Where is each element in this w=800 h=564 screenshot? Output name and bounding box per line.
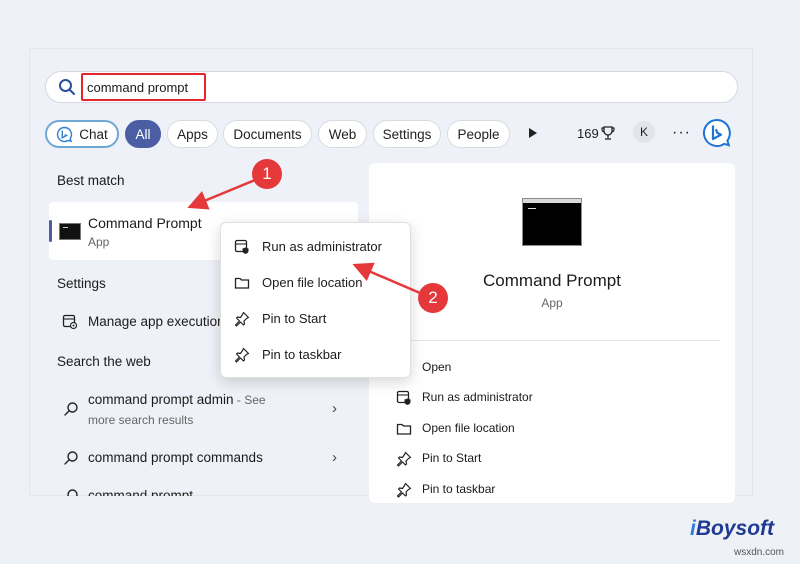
step-badge-1: 1	[252, 159, 282, 189]
rewards-points: 169	[577, 126, 599, 141]
trophy-icon[interactable]	[600, 125, 616, 141]
folder-icon	[396, 423, 412, 435]
best-match-subtitle: App	[88, 235, 110, 249]
filter-documents[interactable]: Documents	[223, 120, 312, 148]
step-badge-1-label: 1	[262, 164, 272, 183]
web-result-2-bold: commands	[196, 450, 263, 465]
more-filters-play-icon[interactable]	[529, 128, 537, 138]
menu-open-file-location[interactable]: Open file location	[262, 275, 362, 290]
command-prompt-large-icon	[522, 198, 582, 246]
menu-pin-to-taskbar[interactable]: Pin to taskbar	[262, 347, 342, 362]
filter-settings-label: Settings	[382, 126, 432, 142]
action-open[interactable]: Open	[422, 360, 451, 374]
more-options-icon[interactable]: ···	[672, 124, 691, 142]
web-result-1-suffix: - See	[233, 393, 266, 407]
web-result-1-text: command prompt admin - See	[88, 392, 266, 407]
filter-all[interactable]: All	[125, 120, 161, 148]
filter-documents-label: Documents	[233, 126, 302, 142]
web-search-icon	[64, 451, 78, 465]
web-result-1-query: command prompt admin	[88, 392, 234, 407]
user-avatar[interactable]: K	[633, 121, 655, 143]
step-badge-2: 2	[418, 283, 448, 313]
filter-apps[interactable]: Apps	[167, 120, 218, 148]
pin-icon	[396, 451, 412, 467]
settings-item-label: Manage app execution aliases	[88, 314, 220, 329]
best-match-title: Command Prompt	[88, 215, 202, 231]
filter-web-label: Web	[328, 126, 357, 142]
chevron-right-icon[interactable]: ›	[332, 400, 337, 417]
filter-all-label: All	[135, 126, 151, 142]
step-badge-2-label: 2	[428, 288, 438, 307]
action-pin-to-start[interactable]: Pin to Start	[422, 451, 481, 465]
web-search-icon	[67, 489, 78, 496]
iboysoft-logo: iBoysoft	[690, 517, 774, 541]
web-result-3-clipped: command prompt	[60, 488, 360, 496]
admin-shield-icon	[396, 390, 411, 405]
filter-web[interactable]: Web	[318, 120, 367, 148]
menu-pin-to-start[interactable]: Pin to Start	[262, 311, 326, 326]
pin-icon	[234, 311, 250, 327]
web-search-icon	[64, 402, 78, 416]
chat-chip-label: Chat	[79, 126, 108, 142]
action-run-as-admin[interactable]: Run as administrator	[422, 390, 533, 404]
menu-run-as-admin[interactable]: Run as administrator	[262, 239, 382, 254]
web-result-2[interactable]: command prompt commands	[88, 450, 263, 465]
search-icon	[59, 79, 75, 95]
detail-divider	[384, 340, 720, 341]
search-web-heading: Search the web	[57, 354, 151, 369]
filter-people-label: People	[457, 126, 500, 142]
logo-rest: Boysoft	[695, 517, 775, 540]
watermark: wsxdn.com	[734, 547, 785, 558]
chevron-right-icon[interactable]: ›	[332, 449, 337, 466]
bing-chat-icon	[57, 126, 73, 142]
command-prompt-app-icon	[59, 223, 81, 240]
web-result-1-subtext: more search results	[88, 413, 194, 427]
avatar-initial: K	[639, 125, 648, 139]
admin-shield-icon	[234, 239, 249, 254]
selection-indicator	[49, 220, 52, 242]
bing-icon[interactable]	[702, 118, 732, 148]
web-result-3[interactable]: command prompt	[88, 488, 193, 496]
best-match-heading: Best match	[57, 173, 125, 188]
filter-people[interactable]: People	[447, 120, 510, 148]
app-settings-icon	[62, 314, 78, 330]
pin-icon	[234, 347, 250, 363]
pin-icon	[396, 482, 412, 498]
settings-heading: Settings	[57, 276, 106, 291]
action-open-file-location[interactable]: Open file location	[422, 421, 515, 435]
filter-settings[interactable]: Settings	[373, 120, 441, 148]
folder-icon	[234, 277, 250, 289]
chat-chip[interactable]: Chat	[45, 120, 119, 148]
filter-apps-label: Apps	[177, 126, 208, 142]
settings-item[interactable]: Manage app execution aliases	[88, 314, 220, 332]
action-pin-to-taskbar[interactable]: Pin to taskbar	[422, 482, 495, 496]
web-result-2-prefix: command prompt	[88, 450, 197, 465]
search-input[interactable]	[81, 73, 206, 101]
